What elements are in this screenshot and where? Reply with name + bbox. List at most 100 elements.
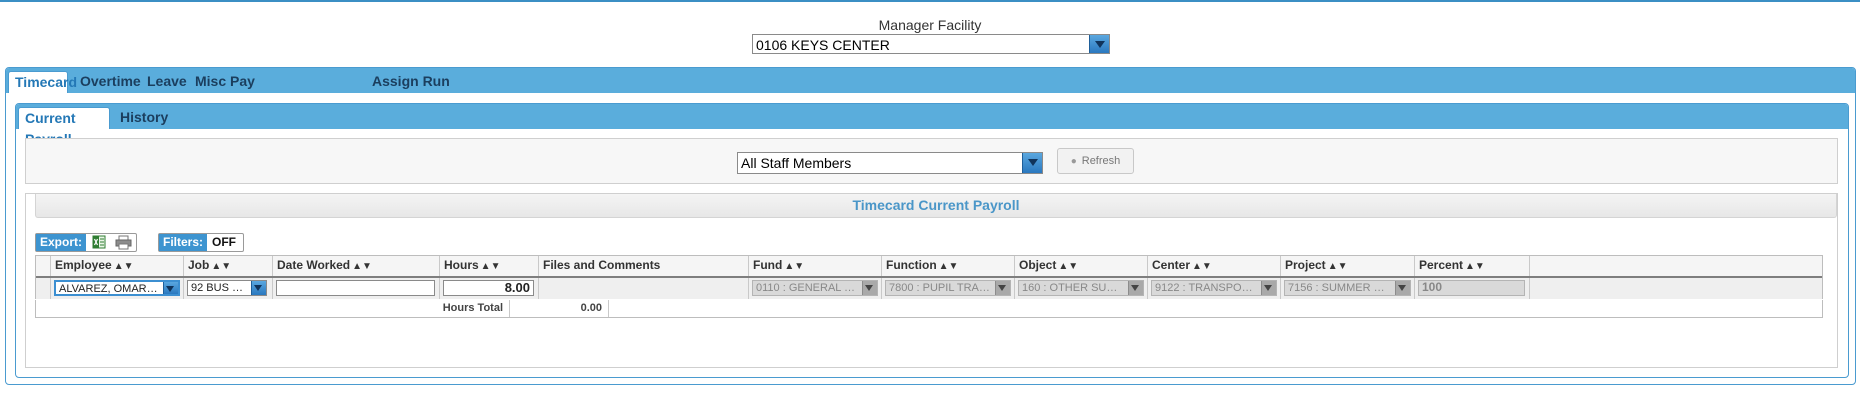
col-project[interactable]: Project ▲▼ [1280, 256, 1414, 276]
staff-select[interactable]: All Staff Members [737, 152, 1043, 174]
hours-cell: 8.00 [439, 278, 538, 299]
col-object-label: Object [1019, 258, 1057, 272]
col-actions [1529, 256, 1822, 276]
project-cell: 7156 : SUMMER SC... [1280, 278, 1414, 299]
col-fund[interactable]: Fund ▲▼ [748, 256, 881, 276]
tab-overtime[interactable]: Overtime [80, 71, 141, 93]
facility-label: Manager Facility [878, 17, 982, 33]
user-icon: ● [1070, 156, 1077, 167]
col-hours-label: Hours [444, 258, 479, 272]
col-function-label: Function [886, 258, 937, 272]
export-label: Export: [36, 234, 86, 251]
chevron-down-icon [1261, 281, 1276, 295]
table-header-row: Employee ▲▼ Job ▲▼ Date Worked ▲▼ Hours ▲▼ F… [36, 256, 1822, 278]
table-row: ALVAREZ, OMAR, : ... 92 BUS D... 8.00 01… [36, 278, 1822, 299]
project-select: 7156 : SUMMER SC... [1284, 280, 1411, 296]
print-icon[interactable] [115, 235, 132, 250]
refresh-button[interactable]: ● Refresh [1057, 148, 1134, 174]
job-select-value: 92 BUS D... [191, 282, 246, 294]
job-cell: 92 BUS D... [183, 278, 272, 299]
timecard-grid: Timecard Current Payroll Export: Filters… [25, 193, 1838, 368]
col-center[interactable]: Center ▲▼ [1147, 256, 1280, 276]
col-files-comments-label: Files and Comments [543, 258, 661, 272]
col-job-label: Job [188, 258, 210, 272]
col-job[interactable]: Job ▲▼ [183, 256, 272, 276]
col-fund-label: Fund [753, 258, 783, 272]
center-cell: 9122 : TRANSPORT... [1147, 278, 1280, 299]
col-files-comments: Files and Comments [538, 256, 748, 276]
top-accent-line [0, 0, 1860, 2]
hours-total-value: 0.00 [510, 300, 609, 317]
center-select: 9122 : TRANSPORT... [1151, 280, 1277, 296]
grid-title: Timecard Current Payroll [35, 194, 1837, 218]
refresh-button-label: Refresh [1081, 155, 1121, 167]
staff-select-value: All Staff Members [741, 155, 852, 171]
chevron-down-icon[interactable] [251, 281, 266, 295]
object-select: 160 : OTHER SUPP... [1018, 280, 1144, 296]
sort-icon: ▲▼ [113, 261, 134, 272]
hours-total-label: Hours Total [36, 300, 510, 317]
sort-icon: ▲▼ [1465, 261, 1485, 272]
sort-icon: ▲▼ [784, 261, 805, 272]
chevron-down-icon[interactable] [1022, 153, 1042, 173]
chevron-down-icon [862, 281, 877, 295]
col-hours[interactable]: Hours ▲▼ [439, 256, 538, 276]
object-cell: 160 : OTHER SUPP... [1014, 278, 1147, 299]
col-function[interactable]: Function ▲▼ [881, 256, 1014, 276]
col-project-label: Project [1285, 258, 1326, 272]
sort-icon: ▲▼ [352, 261, 372, 272]
facility-select[interactable]: 0106 KEYS CENTER [752, 34, 1110, 54]
files-comments-cell [538, 278, 748, 299]
chevron-down-icon[interactable] [1089, 35, 1109, 53]
filters-toggle[interactable]: Filters: OFF [158, 233, 244, 252]
chevron-down-icon [995, 281, 1010, 295]
col-date-worked[interactable]: Date Worked ▲▼ [272, 256, 439, 276]
col-employee-label: Employee [55, 258, 112, 272]
tab-assign-run[interactable]: Assign Run [372, 71, 450, 93]
sort-icon: ▲▼ [1192, 261, 1212, 272]
col-date-worked-label: Date Worked [277, 258, 351, 272]
row-select-cell[interactable] [36, 278, 50, 299]
actions-cell [1529, 278, 1822, 299]
date-worked-cell [272, 278, 439, 299]
tab-timecard[interactable]: Timecard [8, 71, 77, 93]
timecard-table: Employee ▲▼ Job ▲▼ Date Worked ▲▼ Hours ▲▼ F… [35, 255, 1823, 299]
col-object[interactable]: Object ▲▼ [1014, 256, 1147, 276]
col-employee[interactable]: Employee ▲▼ [50, 256, 183, 276]
col-percent[interactable]: Percent ▲▼ [1414, 256, 1529, 276]
filters-label: Filters: [159, 234, 207, 251]
sort-icon: ▲▼ [480, 261, 501, 272]
function-cell: 7800 : PUPIL TRAN... [881, 278, 1014, 299]
sub-tab-bar: Current Payroll History [16, 104, 1848, 147]
tab-history[interactable]: History [120, 107, 168, 129]
totals-row: Hours Total 0.00 [35, 300, 1823, 318]
tab-leave[interactable]: Leave [147, 71, 187, 93]
timecard-panel: Timecard Overtime Leave Misc Pay Assign … [5, 67, 1856, 385]
job-select[interactable]: 92 BUS D... [187, 280, 267, 296]
center-select-value: 9122 : TRANSPORT... [1155, 282, 1256, 294]
col-center-label: Center [1152, 258, 1191, 272]
date-worked-input[interactable] [276, 280, 435, 296]
function-select: 7800 : PUPIL TRAN... [885, 280, 1011, 296]
facility-select-value: 0106 KEYS CENTER [756, 37, 890, 53]
main-tab-bar: Timecard Overtime Leave Misc Pay Assign … [6, 68, 1855, 93]
percent-input: 100 [1418, 280, 1525, 296]
staff-filter-bar: All Staff Members ● Refresh [25, 138, 1838, 184]
hours-input[interactable]: 8.00 [443, 280, 534, 296]
chevron-down-icon[interactable] [163, 282, 178, 294]
sort-icon: ▲▼ [938, 261, 959, 272]
sort-icon: ▲▼ [211, 261, 232, 272]
sort-icon: ▲▼ [1058, 261, 1079, 272]
tab-current-payroll[interactable]: Current Payroll [18, 107, 110, 147]
filters-state: OFF [212, 235, 236, 249]
project-select-value: 7156 : SUMMER SC... [1288, 282, 1390, 294]
object-select-value: 160 : OTHER SUPP... [1022, 282, 1123, 294]
fund-select: 0110 : GENERAL F... [752, 280, 878, 296]
tab-misc-pay[interactable]: Misc Pay [195, 71, 255, 93]
current-payroll-panel: Current Payroll History All Staff Member… [15, 103, 1849, 378]
employee-select[interactable]: ALVAREZ, OMAR, : ... [54, 280, 180, 296]
sort-icon: ▲▼ [1327, 261, 1348, 272]
col-percent-label: Percent [1419, 258, 1464, 272]
excel-export-icon[interactable] [92, 235, 106, 249]
export-group: Export: [35, 233, 137, 252]
